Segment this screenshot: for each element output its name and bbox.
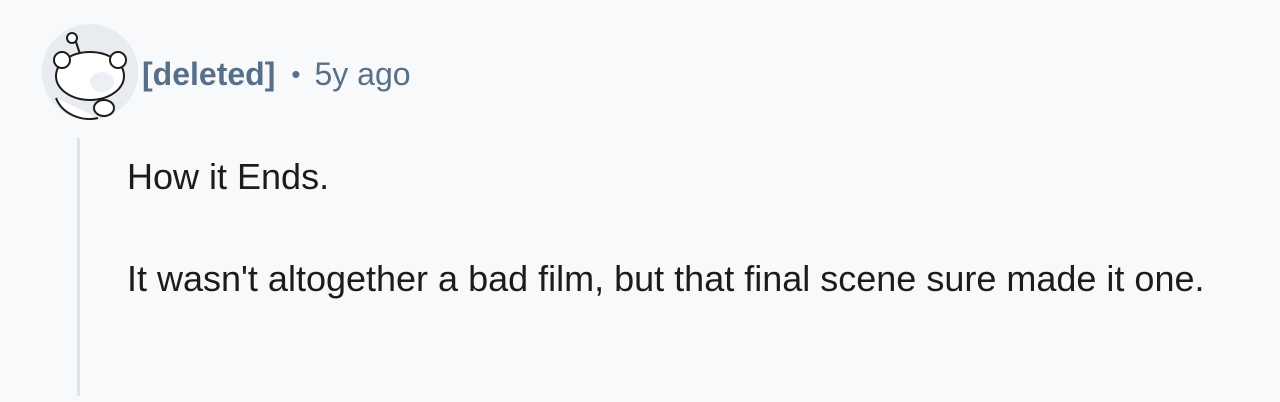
comment-paragraph-2: It wasn't altogether a bad film, but tha…: [127, 258, 1205, 299]
avatar[interactable]: [42, 24, 138, 120]
timestamp[interactable]: 5y ago: [314, 52, 410, 96]
comment: [deleted] • 5y ago How it Ends. It wasn'…: [0, 0, 1280, 402]
comment-paragraph-1: How it Ends.: [127, 156, 330, 197]
comment-meta: [deleted] • 5y ago: [142, 52, 411, 96]
username[interactable]: [deleted]: [142, 52, 275, 96]
comment-body: How it Ends. It wasn't altogether a bad …: [127, 146, 1237, 310]
thread-line[interactable]: [77, 138, 80, 396]
meta-separator: •: [291, 59, 301, 89]
snoo-icon: [42, 24, 138, 120]
